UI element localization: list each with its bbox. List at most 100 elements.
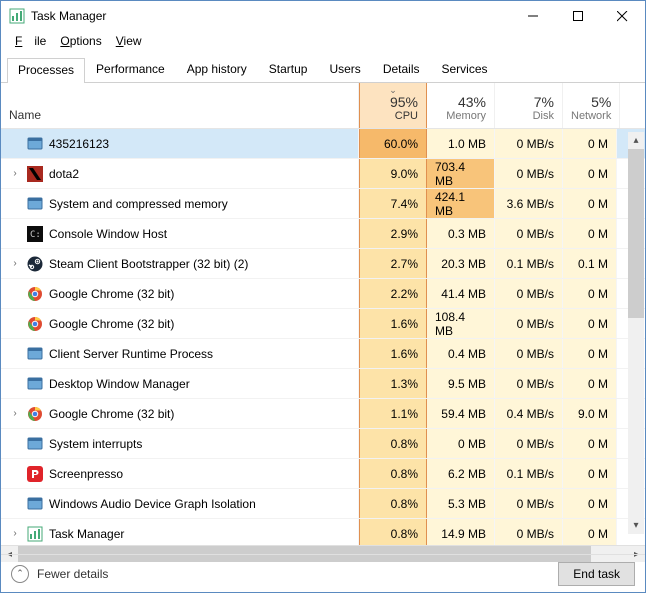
- cell-cpu: 1.1%: [359, 399, 427, 428]
- cell-disk: 0 MB/s: [495, 219, 563, 248]
- process-name-label: Google Chrome (32 bit): [49, 407, 174, 421]
- minimize-button[interactable]: [510, 1, 555, 31]
- tab-users[interactable]: Users: [318, 57, 371, 82]
- expand-chevron-icon[interactable]: ›: [9, 168, 21, 179]
- process-name-cell[interactable]: ›dota2: [1, 159, 359, 188]
- cell-mem: 703.4 MB: [427, 159, 495, 188]
- process-name-cell[interactable]: Desktop Window Manager: [1, 369, 359, 398]
- process-name-label: Google Chrome (32 bit): [49, 317, 174, 331]
- tab-performance[interactable]: Performance: [85, 57, 176, 82]
- titlebar[interactable]: Task Manager: [1, 1, 645, 31]
- process-row[interactable]: › Google Chrome (32 bit) 1.1%59.4 MB0.4 MB…: [1, 399, 645, 429]
- expand-chevron-icon[interactable]: ›: [9, 528, 21, 539]
- cell-net: 9.0 M: [563, 399, 617, 428]
- menu-options[interactable]: Options: [54, 32, 107, 50]
- process-name-cell[interactable]: › Steam Client Bootstrapper (32 bit) (2): [1, 249, 359, 278]
- process-name-cell[interactable]: ›Task Manager: [1, 519, 359, 545]
- header-memory[interactable]: 43%Memory: [427, 83, 495, 128]
- cell-cpu: 2.7%: [359, 249, 427, 278]
- tab-processes[interactable]: Processes: [7, 58, 85, 83]
- process-row[interactable]: Windows Audio Device Graph Isolation0.8%…: [1, 489, 645, 519]
- process-row[interactable]: System and compressed memory 7.4%424.1 MB…: [1, 189, 645, 219]
- chevron-up-icon: ⌃: [11, 565, 29, 583]
- process-row[interactable]: › Steam Client Bootstrapper (32 bit) (2) 2…: [1, 249, 645, 279]
- cell-net: 0 M: [563, 219, 617, 248]
- cell-disk: 0.1 MB/s: [495, 459, 563, 488]
- cell-mem: 6.2 MB: [427, 459, 495, 488]
- process-row[interactable]: ›dota29.0%703.4 MB0 MB/s0 M: [1, 159, 645, 189]
- cell-mem: 20.3 MB: [427, 249, 495, 278]
- scroll-up-icon[interactable]: ▴: [628, 132, 644, 149]
- system-icon: [27, 196, 43, 212]
- process-name-label: System interrupts: [49, 437, 142, 451]
- header-name[interactable]: Name: [1, 83, 359, 128]
- tab-services[interactable]: Services: [431, 57, 499, 82]
- cell-cpu: 0.8%: [359, 459, 427, 488]
- chrome-icon: [27, 286, 43, 302]
- process-row[interactable]: Desktop Window Manager1.3%9.5 MB0 MB/s0 …: [1, 369, 645, 399]
- process-name-label: Desktop Window Manager: [49, 377, 190, 391]
- cell-mem: 59.4 MB: [427, 399, 495, 428]
- cell-cpu: 0.8%: [359, 429, 427, 458]
- process-row[interactable]: Google Chrome (32 bit)1.6%108.4 MB0 MB/s…: [1, 309, 645, 339]
- cell-cpu: 1.6%: [359, 339, 427, 368]
- expand-chevron-icon[interactable]: ›: [9, 408, 21, 419]
- process-row[interactable]: System interrupts0.8%0 MB0 MB/s0 M: [1, 429, 645, 459]
- process-name-label: System and compressed memory: [49, 197, 228, 211]
- process-name-cell[interactable]: Google Chrome (32 bit): [1, 279, 359, 308]
- process-name-label: Steam Client Bootstrapper (32 bit) (2): [49, 257, 248, 271]
- cell-net: 0 M: [563, 189, 617, 218]
- cell-disk: 0 MB/s: [495, 519, 563, 545]
- header-network[interactable]: 5%Network: [563, 83, 620, 128]
- cell-disk: 0.4 MB/s: [495, 399, 563, 428]
- chrome-icon: [27, 406, 43, 422]
- header-disk[interactable]: 7%Disk: [495, 83, 563, 128]
- sort-indicator-icon: ⌄: [389, 85, 397, 96]
- cell-mem: 0 MB: [427, 429, 495, 458]
- dota-icon: [27, 166, 43, 182]
- footer: ⌃ Fewer details End task: [1, 554, 645, 592]
- expand-chevron-icon[interactable]: ›: [9, 258, 21, 269]
- process-row[interactable]: Screenpresso0.8%6.2 MB0.1 MB/s0 M: [1, 459, 645, 489]
- process-name-cell[interactable]: › Google Chrome (32 bit): [1, 399, 359, 428]
- process-name-cell[interactable]: C:Console Window Host: [1, 219, 359, 248]
- tab-startup[interactable]: Startup: [258, 57, 319, 82]
- end-task-button[interactable]: End task: [558, 562, 635, 586]
- process-name-cell[interactable]: Screenpresso: [1, 459, 359, 488]
- close-button[interactable]: [600, 1, 645, 31]
- chrome-icon: [27, 316, 43, 332]
- process-name-cell[interactable]: Google Chrome (32 bit): [1, 309, 359, 338]
- header-cpu[interactable]: ⌄ 95%CPU: [359, 83, 427, 128]
- cell-mem: 14.9 MB: [427, 519, 495, 545]
- fewer-details-toggle[interactable]: ⌃ Fewer details: [11, 565, 108, 583]
- vscroll-thumb[interactable]: [628, 149, 644, 318]
- process-name-cell[interactable]: Windows Audio Device Graph Isolation: [1, 489, 359, 518]
- process-row[interactable]: Google Chrome (32 bit)2.2%41.4 MB0 MB/s0…: [1, 279, 645, 309]
- process-name-cell[interactable]: System interrupts: [1, 429, 359, 458]
- cell-net: 0 M: [563, 309, 617, 338]
- maximize-button[interactable]: [555, 1, 600, 31]
- cell-mem: 108.4 MB: [427, 309, 495, 338]
- vertical-scrollbar[interactable]: ▴ ▾: [628, 132, 644, 534]
- process-row[interactable]: ›Task Manager0.8%14.9 MB0 MB/s0 M: [1, 519, 645, 545]
- cell-mem: 424.1 MB: [427, 189, 495, 218]
- cell-net: 0 M: [563, 519, 617, 545]
- process-name-cell[interactable]: Client Server Runtime Process: [1, 339, 359, 368]
- process-row[interactable]: 43521612360.0%1.0 MB0 MB/s0 M: [1, 129, 645, 159]
- scroll-down-icon[interactable]: ▾: [628, 517, 644, 534]
- cell-net: 0 M: [563, 339, 617, 368]
- cell-cpu: 1.6%: [359, 309, 427, 338]
- menu-view[interactable]: View: [110, 32, 148, 50]
- process-row[interactable]: Client Server Runtime Process1.6%0.4 MB0…: [1, 339, 645, 369]
- process-name-cell[interactable]: System and compressed memory: [1, 189, 359, 218]
- cell-disk: 0 MB/s: [495, 489, 563, 518]
- cell-disk: 3.6 MB/s: [495, 189, 563, 218]
- console-icon: C:: [27, 226, 43, 242]
- process-name-cell[interactable]: 435216123: [1, 129, 359, 158]
- tab-app-history[interactable]: App history: [176, 57, 258, 82]
- process-row[interactable]: C:Console Window Host2.9%0.3 MB0 MB/s0 M: [1, 219, 645, 249]
- tab-details[interactable]: Details: [372, 57, 431, 82]
- menu-file[interactable]: File: [9, 32, 52, 50]
- cell-cpu: 2.9%: [359, 219, 427, 248]
- cell-cpu: 7.4%: [359, 189, 427, 218]
